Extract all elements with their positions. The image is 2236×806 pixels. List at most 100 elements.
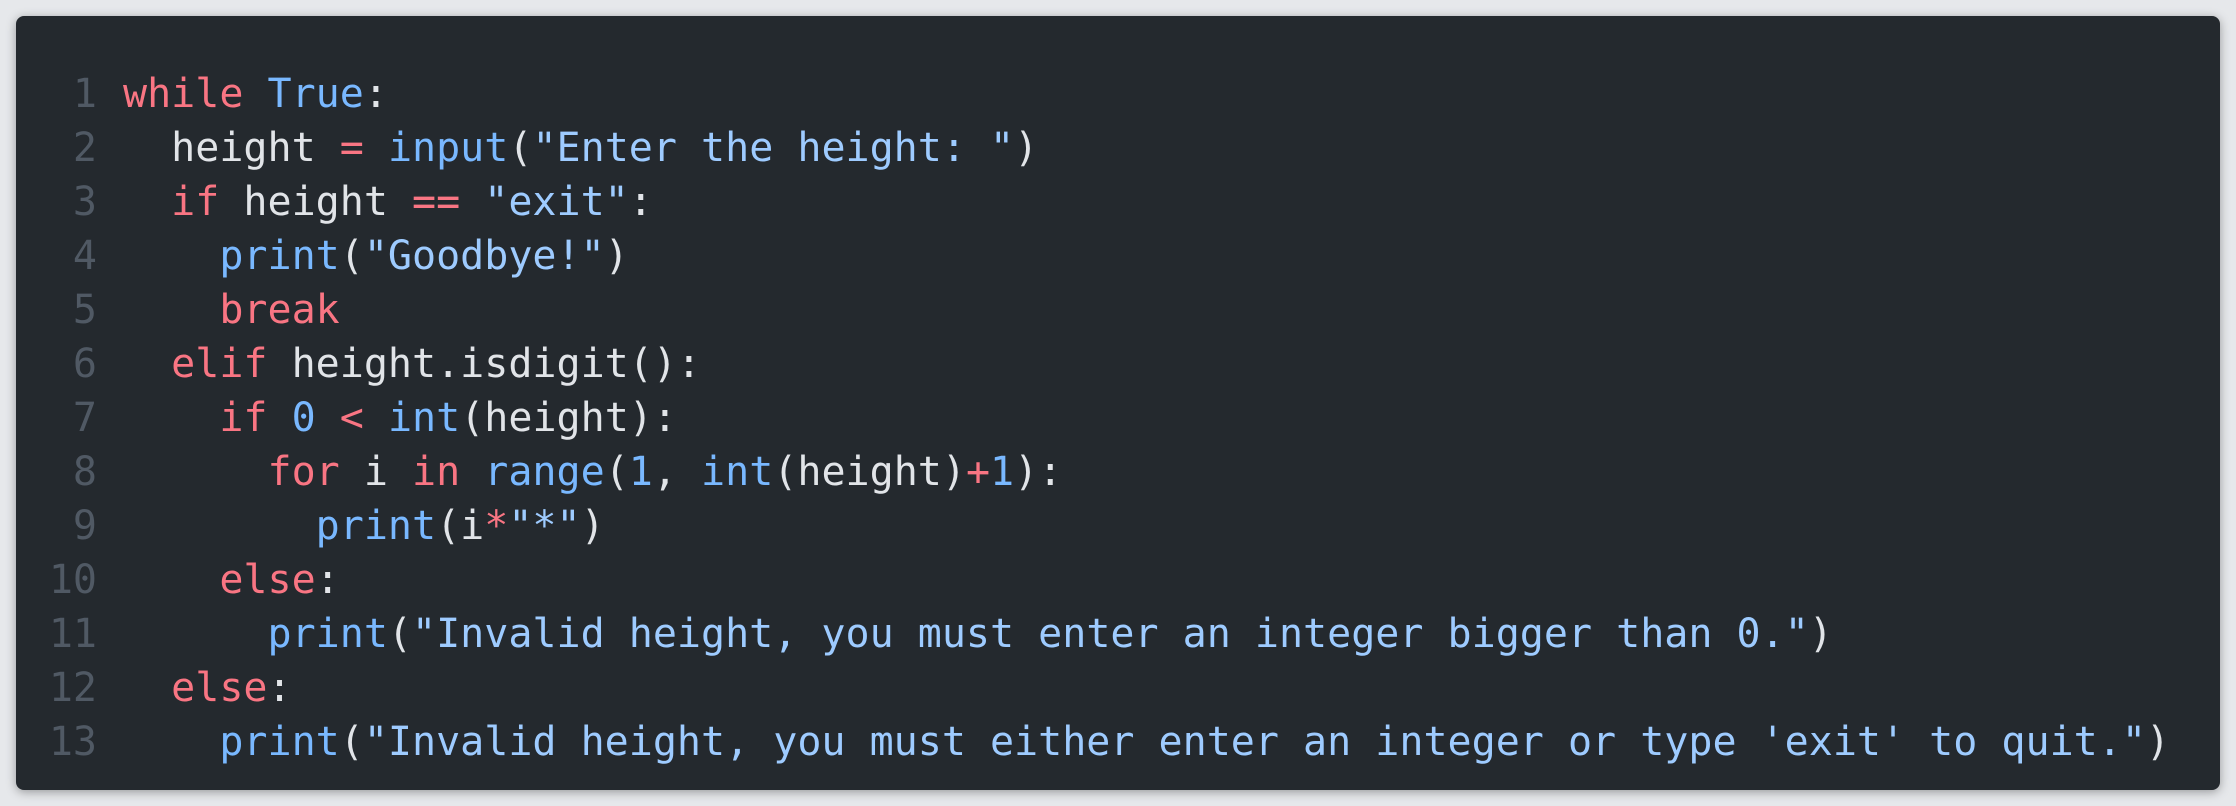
line-number: 11 <box>48 611 97 657</box>
code-token: while <box>123 71 244 117</box>
code-text[interactable]: for i in range(1, int(height)+1): <box>123 449 1063 495</box>
line-number: 1 <box>72 71 97 117</box>
code-token: int <box>387 395 461 441</box>
line-number: 5 <box>72 287 97 333</box>
code-token: print <box>267 611 388 657</box>
code-text[interactable]: print(i*"*") <box>123 503 605 549</box>
code-token: print <box>219 719 340 765</box>
line-number: 9 <box>72 503 97 549</box>
code-text[interactable]: print("Invalid height, you must either e… <box>123 719 2170 765</box>
code-line: 5 break <box>16 283 2220 337</box>
code-token: for <box>267 449 340 495</box>
code-line: 12 else: <box>16 661 2220 715</box>
code-line: 11 print("Invalid height, you must enter… <box>16 607 2220 661</box>
line-number: 4 <box>72 233 97 279</box>
code-line: 13 print("Invalid height, you must eithe… <box>16 715 2220 769</box>
code-token: ) <box>580 503 605 549</box>
code-token: i <box>339 449 412 495</box>
code-text[interactable]: if 0 < int(height): <box>123 395 677 441</box>
code-token: height <box>123 125 340 171</box>
code-token: (i <box>436 503 485 549</box>
code-token: + <box>965 449 991 495</box>
code-line: 3 if height == "exit": <box>16 175 2220 229</box>
code-token: = <box>339 125 364 171</box>
line-number: 10 <box>48 557 97 603</box>
code-token: in <box>412 449 461 495</box>
code-token: True <box>267 71 364 117</box>
code-token: height <box>219 179 412 225</box>
code-token: 1 <box>990 449 1015 495</box>
code-text[interactable]: break <box>123 287 340 333</box>
code-token: "*" <box>508 503 581 549</box>
code-token: "Invalid height, you must enter an integ… <box>412 611 1809 657</box>
code-text[interactable]: if height == "exit": <box>123 179 653 225</box>
code-token: * <box>484 503 509 549</box>
code-token: break <box>219 287 340 333</box>
code-token: (height) <box>773 449 966 495</box>
code-text[interactable]: print("Goodbye!") <box>123 233 629 279</box>
code-line: 10 else: <box>16 553 2220 607</box>
code-token: ) <box>604 233 629 279</box>
code-text[interactable]: print("Invalid height, you must enter an… <box>123 611 1833 657</box>
code-text[interactable]: else: <box>123 665 291 711</box>
code-token: ( <box>387 611 413 657</box>
code-token: height.isdigit(): <box>267 341 701 387</box>
code-token: : <box>628 179 653 225</box>
code-token: == <box>412 179 461 225</box>
code-text[interactable]: else: <box>123 557 340 603</box>
code-token: (height): <box>460 395 677 441</box>
code-line: 2 height = input("Enter the height: ") <box>16 121 2220 175</box>
code-token: elif <box>171 341 268 387</box>
code-token: ): <box>1014 449 1063 495</box>
code-line: 1 while True: <box>16 67 2220 121</box>
code-token: < <box>339 395 364 441</box>
line-number: 7 <box>72 395 97 441</box>
code-line: 6 elif height.isdigit(): <box>16 337 2220 391</box>
code-token: 0 <box>291 395 316 441</box>
code-editor: 1 while True: 2 height = input("Enter the … <box>16 16 2220 790</box>
code-token: if <box>171 179 220 225</box>
code-text[interactable]: elif height.isdigit(): <box>123 341 701 387</box>
code-token: ) <box>2145 719 2171 765</box>
code-line: 8 for i in range(1, int(height)+1): <box>16 445 2220 499</box>
code-token: "Invalid height, you must either enter a… <box>363 719 2146 765</box>
code-text[interactable]: while True: <box>123 71 388 117</box>
code-token: , <box>652 449 702 495</box>
code-line: 4 print("Goodbye!") <box>16 229 2220 283</box>
code-token: range <box>484 449 605 495</box>
code-token: print <box>219 233 340 279</box>
code-token: int <box>701 449 774 495</box>
code-token: "Goodbye!" <box>363 233 605 279</box>
code-token: ) <box>1014 125 1039 171</box>
code-token: : <box>363 71 388 117</box>
line-number: 3 <box>72 179 97 225</box>
code-token: "Enter the height: " <box>532 125 1015 171</box>
code-text[interactable]: height = input("Enter the height: ") <box>123 125 1038 171</box>
code-token: if <box>219 395 268 441</box>
code-token: ( <box>508 125 533 171</box>
code-token: : <box>315 557 340 603</box>
code-token: input <box>387 125 509 171</box>
line-number: 6 <box>72 341 97 387</box>
code-token: ( <box>339 233 364 279</box>
line-number: 12 <box>48 665 97 711</box>
code-line: 7 if 0 < int(height): <box>16 391 2220 445</box>
code-token: else <box>171 665 268 711</box>
